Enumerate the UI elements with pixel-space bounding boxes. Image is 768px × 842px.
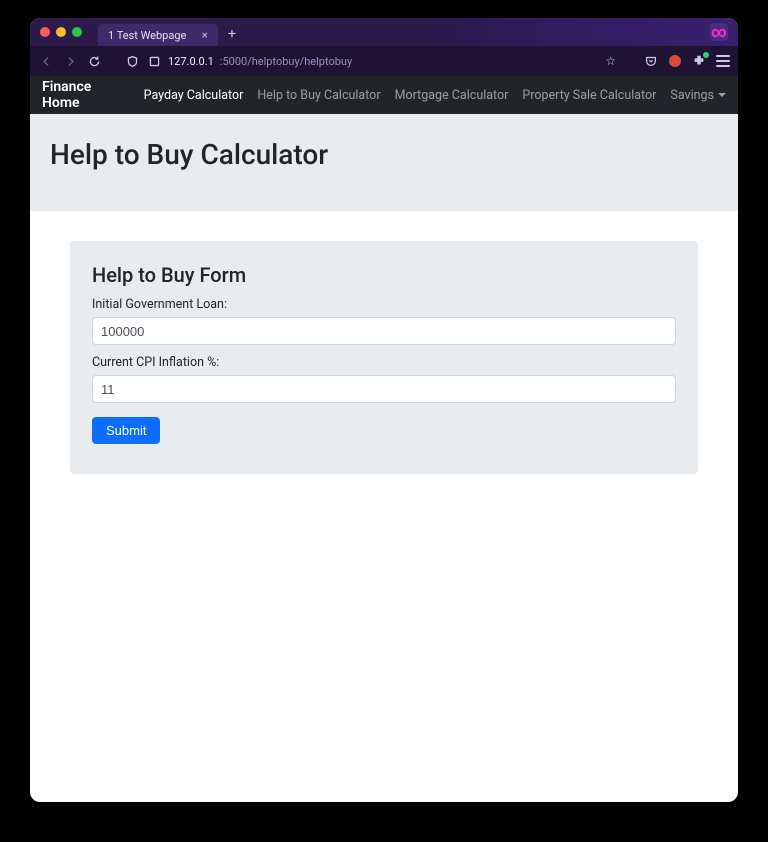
form-heading: Help to Buy Form (92, 263, 676, 287)
browser-window: 1 Test Webpage × + ∞ 127.0.0.1 :5000/help… (30, 18, 738, 802)
toolbar-right (644, 54, 730, 68)
firefox-view-icon[interactable]: ∞ (710, 23, 728, 41)
page-hero: Help to Buy Calculator (30, 114, 738, 211)
brand-link[interactable]: Finance Home (42, 79, 130, 111)
titlebar: 1 Test Webpage × + ∞ (30, 18, 738, 46)
nav-link-mortgage[interactable]: Mortgage Calculator (395, 88, 509, 103)
bookmark-star-icon[interactable]: ☆ (605, 54, 616, 68)
url-host: 127.0.0.1 (168, 55, 214, 68)
account-icon[interactable] (668, 54, 682, 68)
close-window-button[interactable] (40, 27, 50, 37)
loan-input[interactable] (92, 317, 676, 345)
nav-dropdown-savings[interactable]: Savings (670, 88, 726, 103)
extensions-icon[interactable] (692, 54, 706, 68)
tab-title: 1 Test Webpage (108, 29, 186, 42)
window-controls (40, 27, 82, 37)
maximize-window-button[interactable] (72, 27, 82, 37)
cpi-label: Current CPI Inflation %: (92, 355, 676, 370)
url-toolbar: 127.0.0.1 :5000/helptobuy/helptobuy ☆ (30, 46, 738, 76)
browser-tab[interactable]: 1 Test Webpage × (98, 24, 218, 46)
submit-button[interactable]: Submit (92, 417, 160, 444)
app-menu-button[interactable] (716, 54, 730, 68)
shield-icon (124, 53, 140, 69)
page-content: Help to Buy Form Initial Government Loan… (30, 211, 738, 504)
forward-button[interactable] (62, 53, 78, 69)
reload-button[interactable] (86, 53, 102, 69)
nav-link-propertysale[interactable]: Property Sale Calculator (522, 88, 656, 103)
cpi-input[interactable] (92, 375, 676, 403)
nav-link-helptobuy[interactable]: Help to Buy Calculator (257, 88, 380, 103)
page-info-icon (146, 53, 162, 69)
url-path: :5000/helptobuy/helptobuy (220, 55, 352, 68)
nav-link-payday[interactable]: Payday Calculator (144, 88, 244, 103)
loan-label: Initial Government Loan: (92, 297, 676, 312)
page-title: Help to Buy Calculator (50, 138, 718, 171)
site-navbar: Finance Home Payday Calculator Help to B… (30, 76, 738, 114)
minimize-window-button[interactable] (56, 27, 66, 37)
help-to-buy-form-card: Help to Buy Form Initial Government Loan… (70, 241, 698, 474)
close-tab-icon[interactable]: × (202, 29, 208, 41)
save-to-pocket-icon[interactable] (644, 54, 658, 68)
back-button[interactable] (38, 53, 54, 69)
new-tab-button[interactable]: + (228, 26, 236, 42)
address-bar[interactable]: 127.0.0.1 :5000/helptobuy/helptobuy ☆ (116, 50, 624, 72)
